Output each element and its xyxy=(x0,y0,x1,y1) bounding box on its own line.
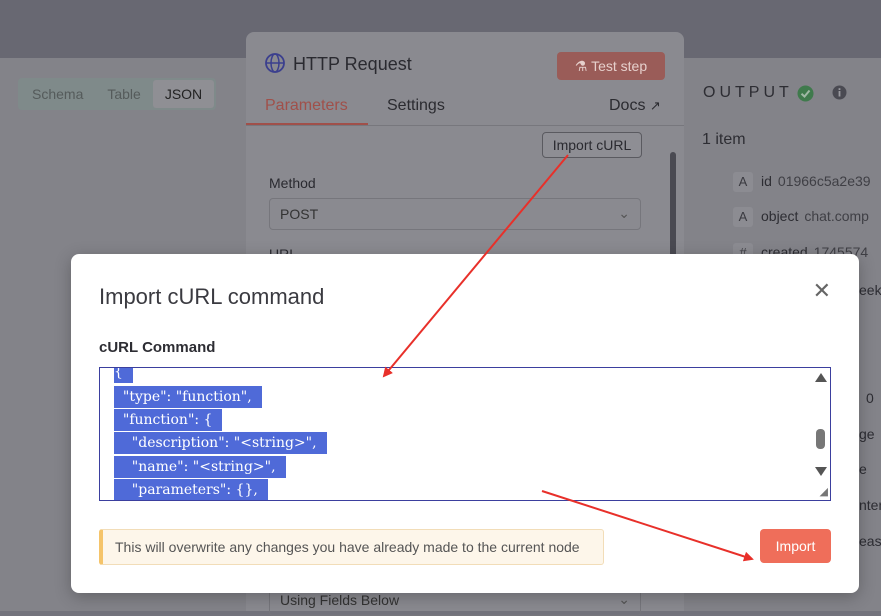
annotation-arrows xyxy=(382,154,754,562)
arrow-to-code xyxy=(382,154,569,378)
arrow-to-import xyxy=(541,490,754,562)
